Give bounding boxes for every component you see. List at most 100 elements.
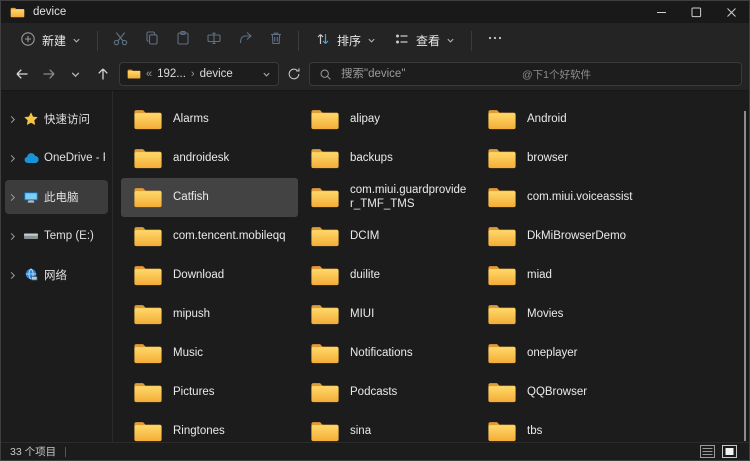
recent-locations-button[interactable] [62,61,89,87]
ellipsis-icon [487,30,503,51]
folder-tile[interactable]: Catfish [121,178,298,217]
folder-tile[interactable]: alipay [298,100,475,139]
folder-tile[interactable]: DCIM [298,217,475,256]
folder-name: DCIM [350,230,379,243]
close-button[interactable] [714,1,749,23]
folder-tile[interactable]: com.miui.guardprovider_TMF_TMS [298,178,475,217]
up-button[interactable] [89,61,116,87]
item-count: 33 个项目 [10,444,56,459]
expand-chevron-icon[interactable] [8,271,18,280]
folder-tile[interactable]: com.tencent.mobileqq [121,217,298,256]
folder-icon [10,6,25,19]
forward-button[interactable] [35,61,62,87]
status-bar: 33 个项目 [1,442,749,460]
folder-tile[interactable]: Podcasts [298,373,475,412]
folder-tile[interactable]: browser [475,139,652,178]
sort-button[interactable]: 排序 [306,26,385,55]
folder-icon [310,224,340,249]
sidebar-item-3[interactable]: Temp (E:) [5,219,108,253]
sidebar-item-4[interactable]: 网络 [5,258,108,292]
folder-tile[interactable]: com.miui.voiceassist [475,178,652,217]
toolbar-separator [298,31,299,51]
folder-tile[interactable]: duilite [298,256,475,295]
folder-icon [310,146,340,171]
clipboard-icon [175,30,191,51]
expand-chevron-icon[interactable] [8,154,18,163]
large-icons-view-button[interactable] [721,445,738,459]
folder-tile[interactable]: oneplayer [475,334,652,373]
folder-name: sina [350,425,371,438]
expand-chevron-icon[interactable] [8,115,18,124]
folder-tile[interactable]: backups [298,139,475,178]
view-list-icon [394,31,410,50]
folder-icon [487,302,517,327]
cut-button[interactable] [105,27,136,55]
folder-name: DkMiBrowserDemo [527,230,626,243]
details-view-button[interactable] [699,445,716,459]
breadcrumb-parent[interactable]: 192... [157,68,186,80]
folder-tile[interactable]: Ringtones [121,412,298,442]
minimize-button[interactable] [644,1,679,23]
share-button[interactable] [229,27,260,55]
folder-icon [310,107,340,132]
folder-tile[interactable]: androidesk [121,139,298,178]
folder-tile[interactable]: mipush [121,295,298,334]
folder-icon [310,341,340,366]
scissors-icon [112,30,129,52]
folder-tile[interactable]: Notifications [298,334,475,373]
folder-icon [487,263,517,288]
back-button[interactable] [8,61,35,87]
view-button[interactable]: 查看 [385,26,464,55]
folder-name: tbs [527,425,542,438]
explorer-body: 快速访问 OneDrive - Persor 此电脑 Temp (E:) 网络 … [1,91,749,442]
folder-tile[interactable]: Download [121,256,298,295]
title-bar[interactable]: device [1,1,749,23]
trash-icon [268,30,284,51]
new-button[interactable]: 新建 [11,26,90,55]
refresh-button[interactable] [281,61,307,87]
address-bar[interactable]: « 192... › device [119,62,279,86]
folder-tile[interactable]: miad [475,256,652,295]
folder-tile[interactable]: Music [121,334,298,373]
folder-grid: Alarms alipay Android androidesk backups… [121,100,749,442]
folder-tile[interactable]: QQBrowser [475,373,652,412]
folder-tile[interactable]: tbs [475,412,652,442]
folder-name: Catfish [173,191,209,204]
chevron-down-icon [72,34,81,48]
expand-chevron-icon[interactable] [8,193,18,202]
rename-button[interactable] [198,27,229,55]
sidebar-item-1[interactable]: OneDrive - Persor [5,141,108,175]
breadcrumb-overflow[interactable]: « [146,68,152,80]
folder-tile[interactable]: Pictures [121,373,298,412]
search-input[interactable] [341,68,495,80]
folder-name: Movies [527,308,563,321]
toolbar-separator [471,31,472,51]
folder-name: duilite [350,269,380,282]
folder-icon [133,185,163,210]
sidebar-item-2[interactable]: 此电脑 [5,180,108,214]
copy-button[interactable] [136,27,167,55]
folder-tile[interactable]: Movies [475,295,652,334]
address-dropdown-chevron-icon[interactable] [262,70,271,79]
view-button-label: 查看 [416,32,440,49]
folder-icon [310,380,340,405]
folder-tile[interactable]: DkMiBrowserDemo [475,217,652,256]
search-box[interactable]: @下1个好软件 [309,62,742,86]
folder-tile[interactable]: sina [298,412,475,442]
folder-tile[interactable]: Android [475,100,652,139]
delete-button[interactable] [260,27,291,55]
folder-tile[interactable]: Alarms [121,100,298,139]
toolbar-separator [97,31,98,51]
drive-icon [23,228,39,244]
expand-chevron-icon[interactable] [8,232,18,241]
maximize-button[interactable] [679,1,714,23]
sidebar-item-label: OneDrive - Persor [44,152,105,164]
vertical-scrollbar[interactable] [744,111,746,441]
paste-button[interactable] [167,27,198,55]
breadcrumb-current[interactable]: device [200,68,233,80]
more-options-button[interactable] [479,27,510,55]
folder-icon [487,185,517,210]
folder-tile[interactable]: MIUI [298,295,475,334]
sidebar-item-0[interactable]: 快速访问 [5,102,108,136]
folder-name: com.miui.voiceassist [527,191,632,204]
